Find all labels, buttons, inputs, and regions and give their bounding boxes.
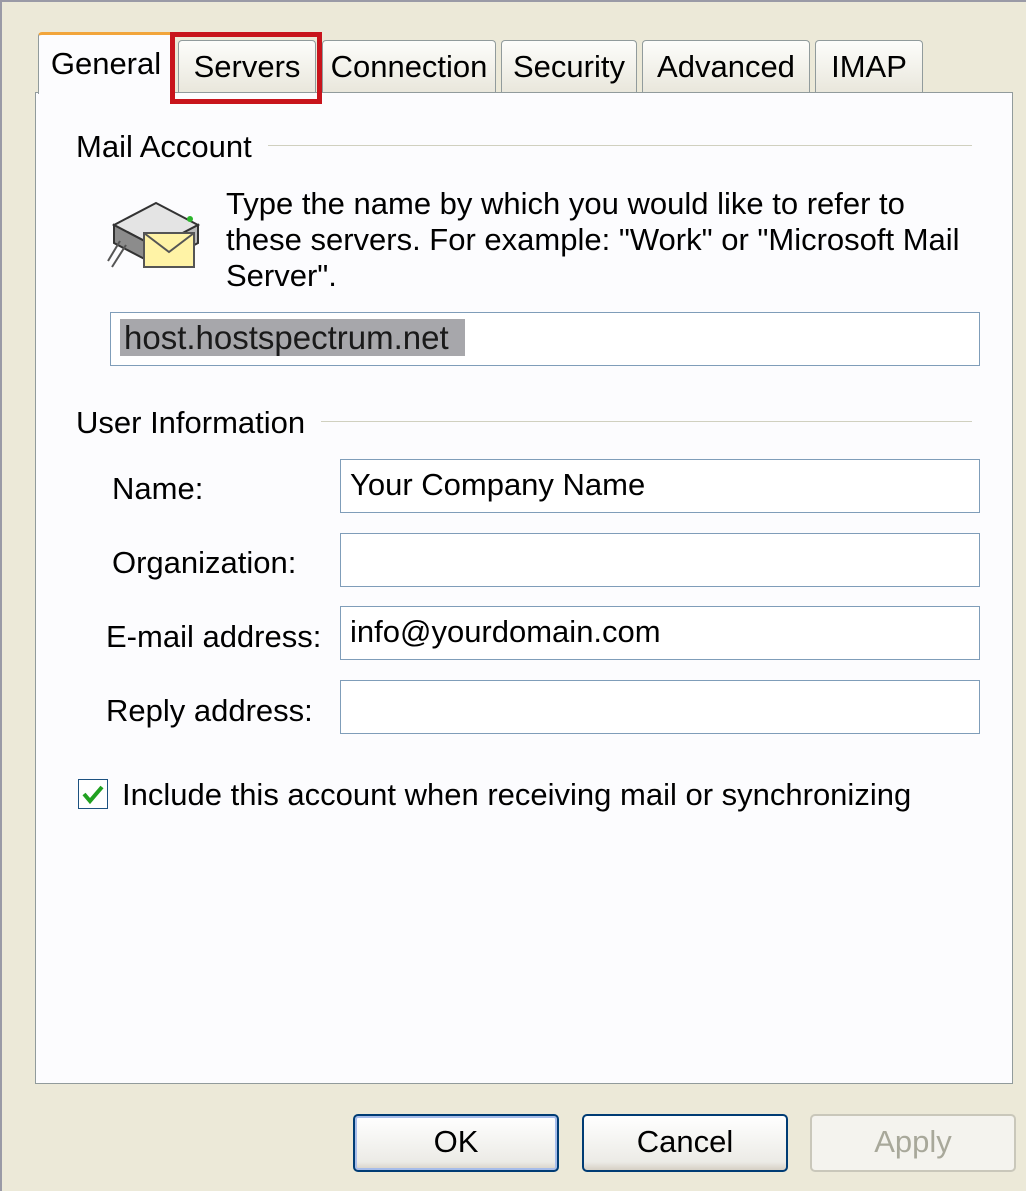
include-account-label[interactable]: Include this account when receiving mail…	[122, 777, 911, 813]
mail-account-description: Type the name by which you would like to…	[226, 186, 960, 293]
include-account-checkbox[interactable]	[78, 779, 108, 809]
reply-address-input[interactable]	[340, 680, 980, 734]
name-label: Name:	[112, 471, 204, 506]
general-tab-panel: Mail Account Type the name by which you …	[35, 92, 1013, 1084]
account-properties-dialog: General Servers Connection Security Adva…	[0, 0, 1026, 1191]
cancel-button[interactable]: Cancel	[582, 1114, 788, 1172]
tab-security[interactable]: Security	[501, 40, 637, 92]
apply-button[interactable]: Apply	[810, 1114, 1016, 1172]
tab-general[interactable]: General	[38, 32, 174, 94]
ok-button[interactable]: OK	[353, 1114, 559, 1172]
mail-server-icon	[106, 185, 206, 275]
mail-account-group-title: Mail Account	[76, 129, 268, 165]
mail-account-name-input[interactable]: host.hostspectrum.net	[110, 312, 980, 366]
tab-imap[interactable]: IMAP	[815, 40, 923, 92]
servers-tab-highlight	[170, 32, 322, 104]
user-information-group-title: User Information	[76, 405, 322, 441]
email-address-input[interactable]: info@yourdomain.com	[340, 606, 980, 660]
reply-address-label: Reply address:	[106, 693, 313, 728]
tab-connection[interactable]: Connection	[322, 40, 496, 92]
organization-label: Organization:	[112, 545, 297, 580]
tab-advanced[interactable]: Advanced	[642, 40, 810, 92]
account-name-selected-text: host.hostspectrum.net	[120, 319, 465, 356]
checkmark-icon	[82, 785, 104, 805]
name-input[interactable]: Your Company Name	[340, 459, 980, 513]
organization-input[interactable]	[340, 533, 980, 587]
email-address-label: E-mail address:	[106, 619, 322, 654]
